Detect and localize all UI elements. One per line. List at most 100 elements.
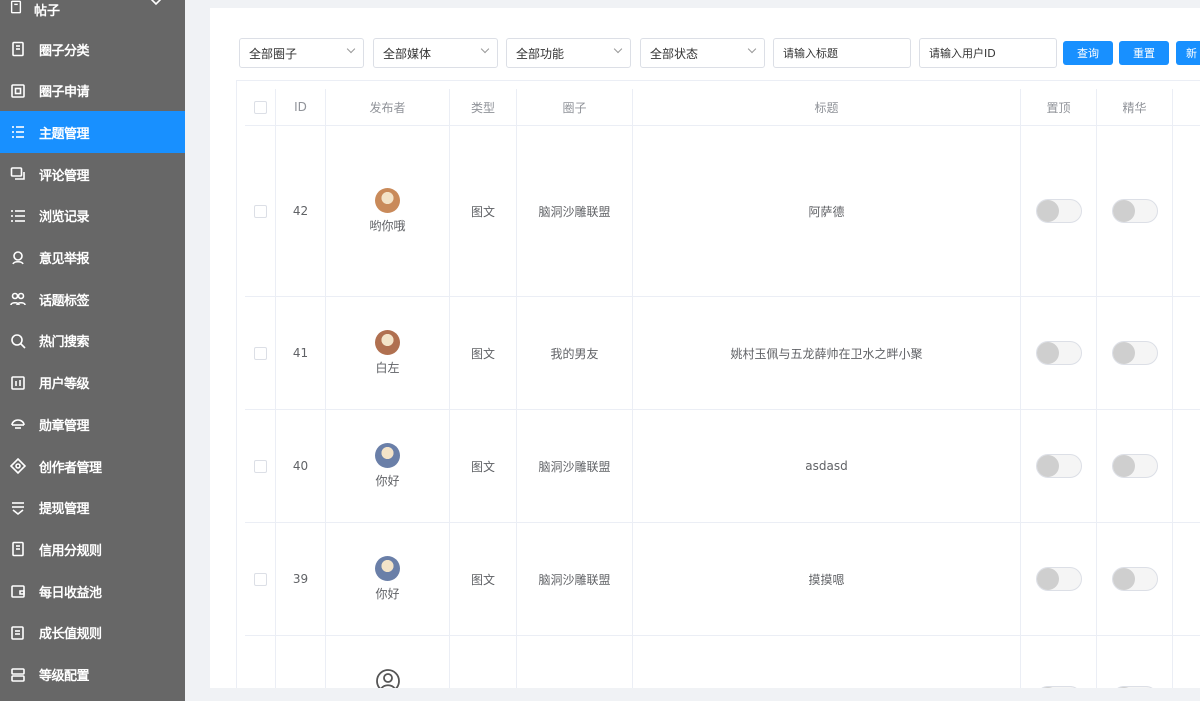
row-type: 图文 [450,523,517,635]
sidebar-item-15[interactable]: 等级配置 [0,654,185,696]
feedback-icon [9,249,27,267]
header-id: ID [276,89,326,125]
circle-select[interactable]: 全部圈子 [239,38,364,68]
sidebar-item-label: 话题标签 [39,293,90,309]
toggle-knob [1036,200,1059,222]
chevron-down-icon [480,44,490,54]
sidebar-item-8[interactable]: 用户等级 [0,362,185,404]
avatar [375,330,400,355]
row-more [1173,126,1200,296]
sidebar-item-label: 主题管理 [39,126,90,142]
reset-button[interactable]: 重置 [1119,41,1169,65]
row-more [1173,410,1200,522]
row-author: 白左 [326,297,450,409]
checkbox[interactable] [253,100,267,114]
sidebar-item-4[interactable]: 浏览记录 [0,195,185,237]
row-title [633,636,1021,688]
row-select[interactable] [245,297,276,409]
header-select-all[interactable] [245,89,276,125]
function-select[interactable]: 全部功能 [506,38,631,68]
row-more [1173,636,1200,688]
sidebar-item-11[interactable]: 提现管理 [0,487,185,529]
pin-toggle[interactable] [1035,567,1082,591]
user-id-input[interactable] [919,38,1057,68]
content-gutter [185,0,210,701]
row-type: 图文 [450,126,517,296]
row-select[interactable] [245,126,276,296]
sidebar-item-label: 用户等级 [39,377,90,393]
toggle-knob [1112,687,1135,688]
sidebar-item-9[interactable]: 勋章管理 [0,403,185,445]
document-icon [9,540,27,558]
header-more: 自 [1173,89,1200,125]
checkbox[interactable] [253,346,267,360]
sidebar-item-label: 成长值规则 [39,627,102,643]
row-title: 摸摸嗯 [633,523,1021,635]
pin-toggle[interactable] [1035,341,1082,365]
sidebar-item-12[interactable]: 信用分规则 [0,528,185,570]
circle-select-value: 全部圈子 [249,46,298,61]
featured-toggle[interactable] [1111,199,1158,223]
pin-toggle[interactable] [1035,686,1082,688]
title-input[interactable] [773,38,911,68]
sidebar-item-5[interactable]: 意见举报 [0,237,185,279]
row-id [276,636,326,688]
sidebar-item-14[interactable]: 成长值规则 [0,612,185,654]
featured-toggle[interactable] [1111,686,1158,688]
toggle-knob [1112,568,1135,590]
pin-toggle[interactable] [1035,454,1082,478]
sidebar-header-posts[interactable]: 帖子 [0,0,185,19]
topics-table: ID 发布者 类型 圈子 标题 置顶 精华 自 42哟你哦图文脑洞沙雕联盟阿萨德… [236,80,1200,688]
sidebar-item-label: 意见举报 [39,252,90,267]
toggle-knob [1036,687,1059,688]
row-id: 40 [276,410,326,522]
table-row: 42 哟你哦 图文 脑洞沙雕联盟 阿萨德 [245,126,1200,297]
sidebar-item-6[interactable]: 话题标签 [0,278,185,320]
sidebar-item-1[interactable]: 圈子申请 [0,70,185,112]
sidebar: 帖子 圈子分类圈子申请主题管理评论管理浏览记录意见举报话题标签热门搜索用户等级勋… [0,0,185,701]
status-select-value: 全部状态 [650,46,699,61]
row-type: 图文 [450,297,517,409]
sidebar-item-label: 浏览记录 [39,210,90,226]
sidebar-item-label: 圈子分类 [39,43,90,59]
sidebar-item-7[interactable]: 热门搜索 [0,320,185,362]
sidebar-item-13[interactable]: 每日收益池 [0,570,185,612]
sidebar-item-2[interactable]: 主题管理 [0,111,185,154]
function-select-value: 全部功能 [516,46,565,61]
row-featured [1097,297,1173,409]
pin-toggle[interactable] [1035,199,1082,223]
header-author: 发布者 [326,89,450,125]
row-pin [1021,523,1097,635]
row-type [450,636,517,688]
featured-toggle[interactable] [1111,567,1158,591]
row-id: 42 [276,126,326,296]
checkbox[interactable] [253,459,267,473]
query-button[interactable]: 查询 [1063,41,1113,65]
author-name: 白左 [375,361,400,375]
withdraw-icon [9,499,27,517]
row-more [1173,523,1200,635]
checkbox[interactable] [253,572,267,586]
row-select[interactable] [245,523,276,635]
sidebar-item-label: 提现管理 [39,502,90,518]
status-select[interactable]: 全部状态 [640,38,765,68]
featured-toggle[interactable] [1111,454,1158,478]
sidebar-item-0[interactable]: 圈子分类 [0,28,185,70]
row-featured [1097,636,1173,688]
new-button[interactable]: 新 [1176,41,1200,65]
table-row: 39 你好 图文 脑洞沙雕联盟 摸摸嗯 [245,523,1200,636]
level-icon [9,374,27,392]
sidebar-item-label: 等级配置 [39,669,90,684]
chevron-down-icon[interactable] [150,0,162,9]
header-featured: 精华 [1097,89,1173,125]
sidebar-item-10[interactable]: 创作者管理 [0,445,185,487]
avatar [375,556,400,581]
rules-icon [9,624,27,642]
checkbox[interactable] [253,204,267,218]
row-select[interactable] [245,410,276,522]
media-select[interactable]: 全部媒体 [373,38,498,68]
chevron-down-icon [747,44,757,54]
featured-toggle[interactable] [1111,341,1158,365]
sidebar-item-3[interactable]: 评论管理 [0,153,185,195]
toggle-knob [1036,568,1059,590]
